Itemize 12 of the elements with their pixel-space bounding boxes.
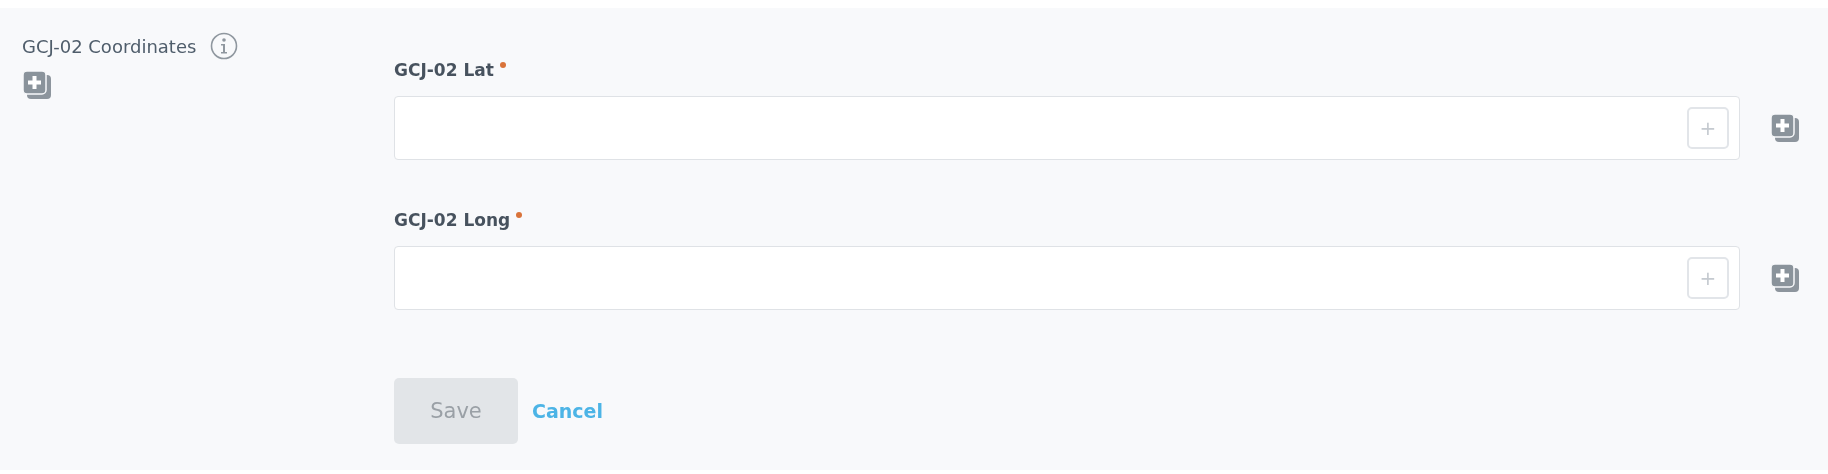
duplicate-add-icon[interactable] (22, 70, 52, 100)
input-field[interactable]: + (394, 246, 1740, 310)
cancel-link[interactable]: Cancel (532, 400, 603, 422)
duplicate-add-icon[interactable] (1770, 263, 1800, 293)
field-label: GCJ-02 Lat (394, 60, 494, 80)
duplicate-add-icon[interactable] (1770, 113, 1800, 143)
section-label: GCJ-02 Coordinates (22, 35, 197, 57)
input-field[interactable]: + (394, 96, 1740, 160)
add-button[interactable]: + (1687, 107, 1729, 149)
info-icon[interactable] (210, 32, 239, 60)
add-button[interactable]: + (1687, 257, 1729, 299)
field-label: GCJ-02 Long (394, 210, 511, 230)
